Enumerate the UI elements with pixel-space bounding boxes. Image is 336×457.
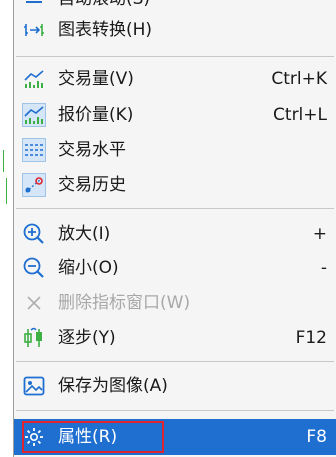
highlight-box — [22, 421, 164, 453]
trade-history-icon — [22, 173, 46, 197]
menu-item-step[interactable]: 逐步(Y) F12 — [14, 320, 336, 356]
shortcut-text: Ctrl+K — [271, 69, 327, 89]
menu-separator — [16, 208, 334, 209]
zoom-out-icon — [22, 256, 46, 280]
dashed-lines-icon — [22, 138, 46, 162]
menu-item-properties[interactable]: 属性(R) F8 — [14, 419, 336, 455]
menu-item-label: 交易历史 — [58, 175, 126, 195]
shortcut-text: F8 — [306, 427, 327, 447]
menu-item-label: 图表转换(H) — [58, 20, 153, 40]
chart-switch-icon — [22, 18, 46, 42]
step-icon — [22, 326, 46, 350]
close-x-icon — [22, 291, 46, 315]
auto-scroll-icon — [22, 0, 46, 11]
menu-item-label: 缩小(O) — [58, 258, 119, 278]
shortcut-text: + — [312, 224, 327, 244]
shortcut-text: Ctrl+L — [273, 105, 327, 125]
menu-separator — [16, 361, 334, 362]
menu-item-label: 放大(I) — [58, 224, 111, 244]
chart-candle-mark — [3, 150, 4, 172]
menu-item-quote-volume[interactable]: 报价量(K) Ctrl+L — [14, 97, 336, 133]
menu-item-label: 保存为图像(A) — [58, 376, 168, 396]
menu-item-volume[interactable]: 交易量(V) Ctrl+K — [14, 61, 336, 97]
menu-item-label: 逐步(Y) — [58, 328, 116, 348]
chart-candle-mark — [6, 178, 7, 204]
context-menu: 自动滚动(S) 图表转换(H) 交易量(V) Ctrl+K — [13, 0, 336, 457]
menu-item-label: 报价量(K) — [58, 105, 134, 125]
menu-separator — [16, 410, 334, 411]
menu-item-save-as-image[interactable]: 保存为图像(A) — [14, 368, 336, 404]
menu-item-label: 交易水平 — [58, 140, 126, 160]
menu-item-chart-switch[interactable]: 图表转换(H) — [14, 12, 336, 48]
menu-item-trade-level[interactable]: 交易水平 — [14, 132, 336, 168]
menu-item-label: 删除指标窗口(W) — [58, 293, 191, 313]
menu-item-delete-indicator-window: 删除指标窗口(W) — [14, 285, 336, 321]
menu-item-zoom-out[interactable]: 缩小(O) - — [14, 250, 336, 286]
shortcut-text: F12 — [295, 328, 327, 348]
menu-item-label: 交易量(V) — [58, 69, 134, 89]
shortcut-text: - — [320, 258, 327, 278]
menu-item-trade-history[interactable]: 交易历史 — [14, 167, 336, 203]
background-chart-strip — [0, 0, 13, 457]
menu-separator — [16, 56, 334, 57]
menu-item-zoom-in[interactable]: 放大(I) + — [14, 216, 336, 252]
quote-volume-icon — [22, 103, 46, 127]
zoom-in-icon — [22, 222, 46, 246]
image-icon — [22, 374, 46, 398]
volume-bars-icon — [22, 67, 46, 91]
